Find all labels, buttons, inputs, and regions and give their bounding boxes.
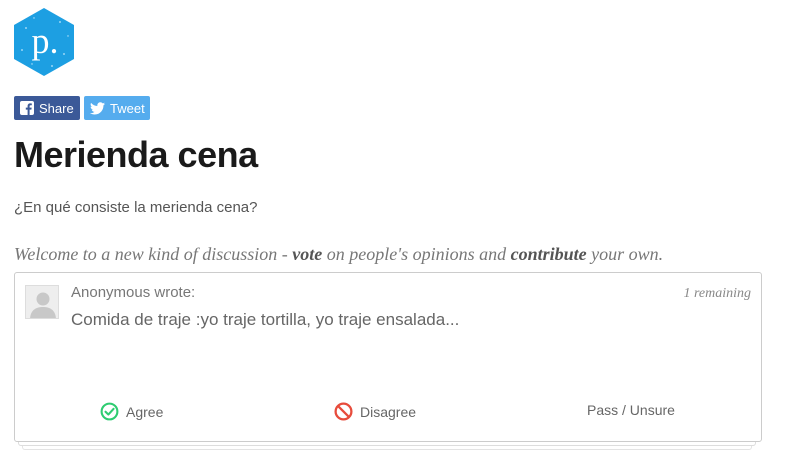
- comment-author: Anonymous wrote:: [71, 284, 196, 301]
- conversation-description: ¿En qué consiste la merienda cena?: [14, 199, 258, 216]
- logo-letter: p.: [32, 21, 59, 61]
- welcome-text-2: on people's opinions and: [322, 244, 511, 264]
- twitter-tweet-button[interactable]: Tweet: [84, 96, 150, 120]
- facebook-icon: [20, 101, 34, 115]
- remaining-count: 1 remaining: [683, 286, 751, 301]
- comment-text: Comida de traje :yo traje tortilla, yo t…: [71, 310, 460, 329]
- facebook-share-label: Share: [39, 100, 74, 116]
- welcome-vote-word: vote: [292, 244, 323, 264]
- pass-unsure-label: Pass / Unsure: [587, 402, 675, 418]
- ban-icon: [334, 402, 353, 421]
- twitter-tweet-label: Tweet: [110, 100, 145, 116]
- pass-unsure-button[interactable]: Pass / Unsure: [587, 402, 675, 418]
- disagree-button[interactable]: Disagree: [334, 402, 416, 421]
- facebook-share-button[interactable]: Share: [14, 96, 80, 120]
- polis-logo[interactable]: p.: [12, 6, 76, 78]
- logo-hexagon-icon: p.: [14, 8, 74, 76]
- check-circle-icon: [100, 402, 119, 421]
- twitter-bird-icon: [90, 101, 105, 114]
- anonymous-user-icon: [26, 286, 58, 318]
- share-buttons: Share Tweet: [14, 96, 150, 120]
- disagree-label: Disagree: [360, 403, 417, 420]
- welcome-text-1: Welcome to a new kind of discussion -: [14, 244, 293, 264]
- agree-button[interactable]: Agree: [100, 402, 163, 421]
- welcome-message: Welcome to a new kind of discussion - vo…: [14, 244, 663, 265]
- comment-card: Anonymous wrote: 1 remaining Comida de t…: [14, 272, 762, 442]
- avatar: [25, 285, 59, 319]
- conversation-title: Merienda cena: [14, 134, 258, 175]
- welcome-text-3: your own.: [586, 244, 664, 264]
- welcome-contribute-word: contribute: [510, 244, 587, 264]
- agree-label: Agree: [126, 403, 164, 420]
